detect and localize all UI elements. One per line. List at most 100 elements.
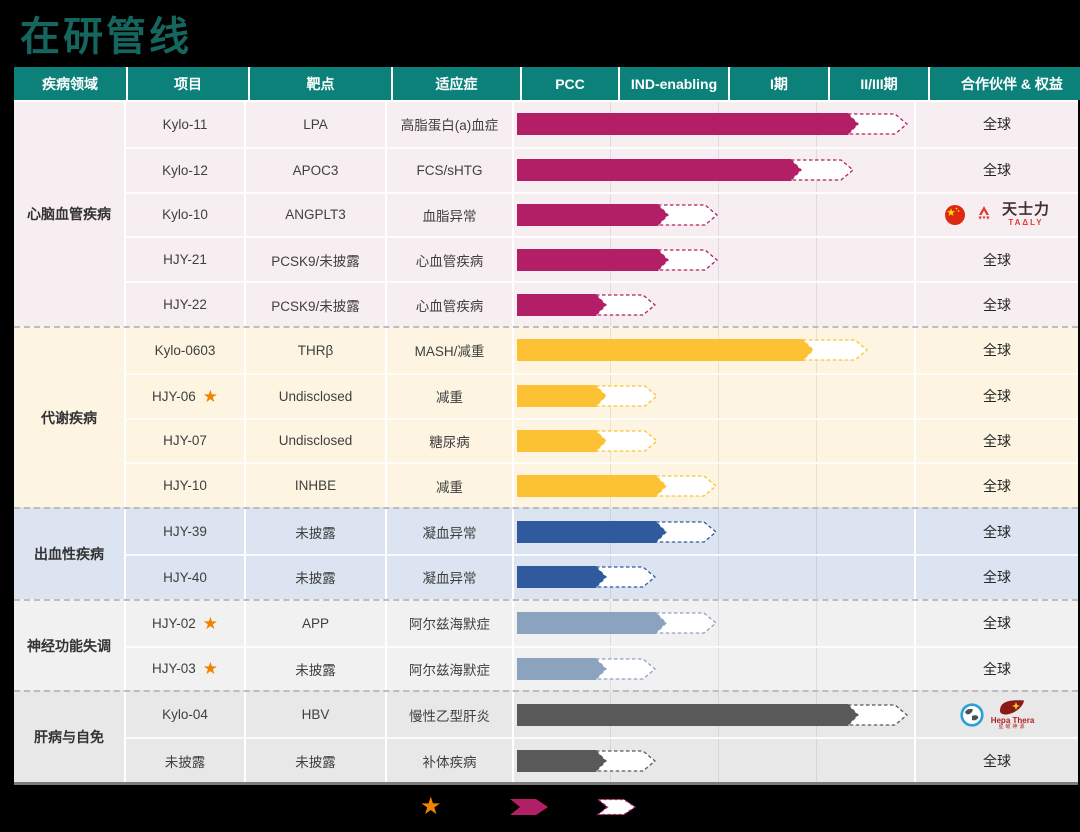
partner-cell: 全球 xyxy=(914,646,1078,691)
partner-cell: 全球 xyxy=(914,737,1078,782)
partner-label: 全球 xyxy=(983,567,1011,587)
disease-area-cell: 代谢疾病 xyxy=(14,328,126,507)
partner-cell: 全球 xyxy=(914,328,1078,373)
header-cell-2: 靶点 xyxy=(250,67,391,100)
header-cell-7: II/III期 xyxy=(830,67,928,100)
project-label: HJY-39 xyxy=(163,524,207,539)
partner-cell: 天士力TAΔLY xyxy=(914,192,1078,237)
phase-track xyxy=(514,373,914,418)
project-cell: HJY-10 xyxy=(126,462,246,507)
project-cell: HJY-40 xyxy=(126,554,246,599)
header-cell-0: 疾病领域 xyxy=(14,67,126,100)
progress-bar-solid xyxy=(517,521,668,543)
partner-cell: 全球 xyxy=(914,102,1078,147)
progress-bar-solid xyxy=(517,204,670,226)
partner-label: 全球 xyxy=(983,295,1011,315)
project-label: Kylo-0603 xyxy=(155,343,216,358)
project-label: HJY-03 xyxy=(152,661,196,676)
project-label: Kylo-10 xyxy=(162,207,208,222)
progress-bar-solid xyxy=(517,339,815,361)
header-cell-1: 项目 xyxy=(128,67,248,100)
progress-bar xyxy=(514,292,914,318)
target-cell: HBV xyxy=(246,692,387,737)
phase-track xyxy=(514,192,914,237)
project-cell: Kylo-10 xyxy=(126,192,246,237)
indication-cell: FCS/sHTG xyxy=(387,147,514,192)
header-cell-5: IND-enabling xyxy=(620,67,728,100)
indication-cell: 高脂蛋白(a)血症 xyxy=(387,102,514,147)
project-cell: 未披露 xyxy=(126,737,246,782)
disease-area-cell: 心脑血管疾病 xyxy=(14,102,126,326)
table-header: 疾病领域项目靶点适应症PCCIND-enablingI期II/III期合作伙伴 … xyxy=(14,67,1078,102)
project-label: HJY-06 xyxy=(152,389,196,404)
partner-cell: 全球 xyxy=(914,509,1078,554)
progress-bar xyxy=(514,610,914,636)
partner-cell: 全球 xyxy=(914,601,1078,646)
phase-track xyxy=(514,236,914,281)
progress-bar xyxy=(514,564,914,590)
phase-track xyxy=(514,601,914,646)
progress-bar xyxy=(514,656,914,682)
partner-cell: 全球 xyxy=(914,147,1078,192)
indication-cell: 血脂异常 xyxy=(387,192,514,237)
target-cell: 未披露 xyxy=(246,554,387,599)
partner-label: 全球 xyxy=(983,522,1011,542)
partner-cell: 全球 xyxy=(914,281,1078,326)
indication-cell: 阿尔兹海默症 xyxy=(387,646,514,691)
target-cell: Undisclosed xyxy=(246,418,387,463)
indication-cell: 补体疾病 xyxy=(387,737,514,782)
project-label: 未披露 xyxy=(165,751,206,771)
phase-track xyxy=(514,737,914,782)
partner-label: 全球 xyxy=(983,613,1011,633)
project-cell: HJY-06 ★ xyxy=(126,373,246,418)
partner-label: 全球 xyxy=(983,250,1011,270)
progress-bar-solid xyxy=(517,566,608,588)
project-label: Kylo-11 xyxy=(163,117,208,132)
progress-bar-solid xyxy=(517,750,608,772)
indication-cell: 阿尔兹海默症 xyxy=(387,601,514,646)
disease-group: 肝病与自免Kylo-04HBV慢性乙型肝炎Hepa Thera星曜神源未披露未披… xyxy=(14,690,1078,782)
disease-area-cell: 出血性疾病 xyxy=(14,509,126,599)
header-cell-4: PCC xyxy=(522,67,618,100)
target-cell: 未披露 xyxy=(246,737,387,782)
project-label: HJY-22 xyxy=(163,297,207,312)
progress-bar xyxy=(514,519,914,545)
progress-bar xyxy=(514,157,914,183)
partner-label: 全球 xyxy=(983,386,1011,406)
indication-cell: 糖尿病 xyxy=(387,418,514,463)
project-label: HJY-02 xyxy=(152,616,196,631)
hepathera-logo: Hepa Thera星曜神源 xyxy=(960,699,1035,731)
project-cell: HJY-03 ★ xyxy=(126,646,246,691)
indication-cell: MASH/减重 xyxy=(387,328,514,373)
legend: ★ xyxy=(420,794,636,820)
progress-bar-solid xyxy=(517,475,668,497)
tasly-name: 天士力 xyxy=(1002,202,1050,219)
project-cell: Kylo-0603 xyxy=(126,328,246,373)
star-icon: ★ xyxy=(203,388,218,405)
target-cell: Undisclosed xyxy=(246,373,387,418)
indication-cell: 凝血异常 xyxy=(387,554,514,599)
partner-label: 全球 xyxy=(983,431,1011,451)
target-cell: PCSK9/未披露 xyxy=(246,236,387,281)
header-cell-3: 适应症 xyxy=(393,67,520,100)
star-icon: ★ xyxy=(203,660,218,677)
progress-bar-solid xyxy=(517,159,803,181)
project-label: HJY-21 xyxy=(163,252,207,267)
disease-group: 代谢疾病Kylo-0603THRβMASH/减重全球HJY-06★Undiscl… xyxy=(14,326,1078,507)
progress-bar-dashed xyxy=(791,160,853,180)
progress-bar-solid xyxy=(517,704,860,726)
progress-bar xyxy=(514,473,914,499)
project-cell: HJY-21 xyxy=(126,236,246,281)
progress-bar-solid xyxy=(517,385,608,407)
progress-bar-solid xyxy=(517,113,860,135)
progress-bar-solid xyxy=(517,658,608,680)
disease-group: 神经功能失调HJY-02★APP阿尔兹海默症全球HJY-03★未披露阿尔兹海默症… xyxy=(14,599,1078,691)
partner-label: 全球 xyxy=(983,160,1011,180)
tasly-latin: TAΔLY xyxy=(1008,219,1043,228)
hepathera-sub: 星曜神源 xyxy=(998,725,1026,731)
partner-label: 全球 xyxy=(983,659,1011,679)
progress-bar-solid xyxy=(517,249,670,271)
indication-cell: 心血管疾病 xyxy=(387,236,514,281)
progress-bar xyxy=(514,383,914,409)
target-cell: INHBE xyxy=(246,462,387,507)
